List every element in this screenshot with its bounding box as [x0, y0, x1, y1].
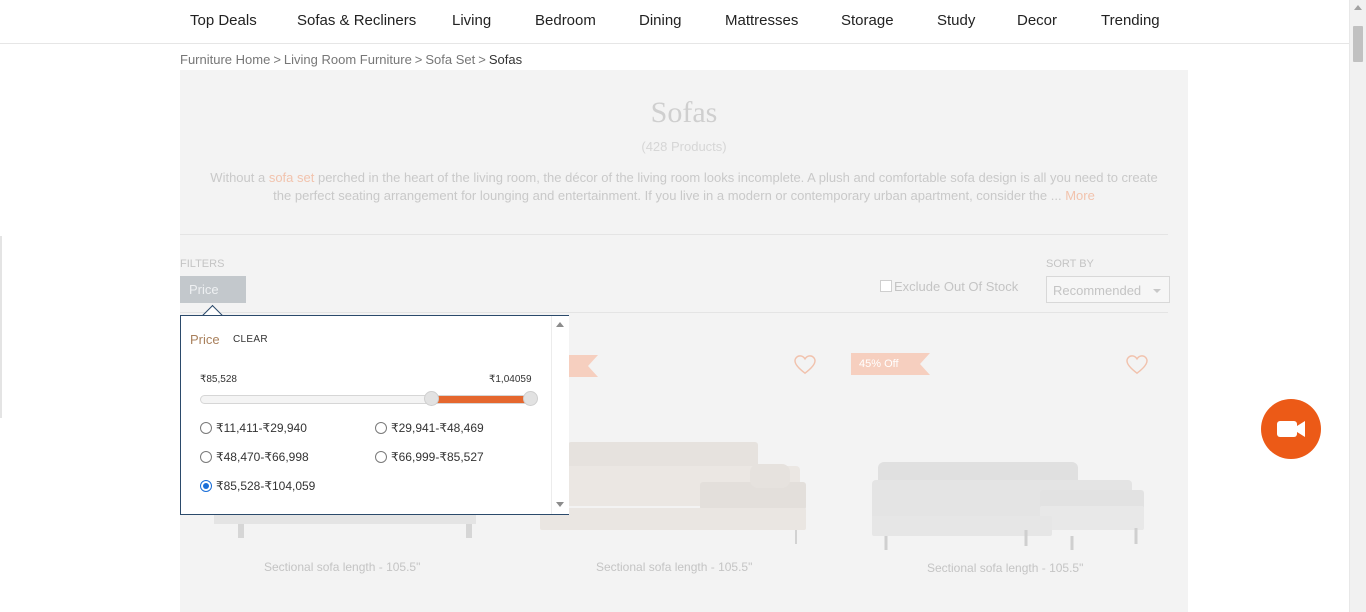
- scroll-up-arrow-icon[interactable]: [1354, 5, 1362, 10]
- slider-handle-min[interactable]: [424, 391, 439, 406]
- radio-button[interactable]: [375, 422, 387, 434]
- price-filter-tab[interactable]: Price: [180, 276, 246, 303]
- nav-item-bedroom[interactable]: Bedroom: [535, 12, 596, 29]
- popup-scrollbar[interactable]: [551, 316, 569, 514]
- price-option-5[interactable]: ₹85,528-₹104,059: [200, 479, 315, 493]
- sort-by-label: SORT BY: [1046, 258, 1094, 270]
- price-min-label: ₹85,528: [200, 374, 237, 385]
- heart-icon[interactable]: [794, 355, 816, 375]
- heart-icon[interactable]: [1126, 355, 1148, 375]
- product-caption[interactable]: Sectional sofa length - 105.5": [927, 561, 1083, 575]
- breadcrumb-link-sofa-set[interactable]: Sofa Set: [425, 52, 475, 67]
- filters-label: FILTERS: [180, 258, 225, 270]
- sofa-set-link[interactable]: sofa set: [269, 170, 315, 185]
- nav-item-top-deals[interactable]: Top Deals: [190, 12, 257, 29]
- price-range-fill: [432, 396, 531, 403]
- radio-button[interactable]: [200, 451, 212, 463]
- price-option-label: ₹29,941-₹48,469: [391, 421, 484, 435]
- page-scrollbar[interactable]: [1349, 0, 1366, 612]
- breadcrumb-separator: >: [273, 52, 281, 67]
- desc-prefix: Without a: [210, 170, 269, 185]
- category-description: Without a sofa set perched in the heart …: [180, 169, 1188, 205]
- price-filter-popup: Price CLEAR ₹85,528 ₹1,04059 ₹11,411-₹29…: [180, 315, 569, 515]
- price-option-3[interactable]: ₹48,470-₹66,998: [200, 450, 309, 464]
- product-card[interactable]: 45% Off: [850, 340, 1170, 580]
- price-option-label: ₹66,999-₹85,527: [391, 450, 484, 464]
- sort-selected-value: Recommended: [1053, 283, 1142, 298]
- price-option-4[interactable]: ₹66,999-₹85,527: [375, 450, 484, 464]
- product-caption[interactable]: Sectional sofa length - 105.5": [596, 560, 752, 574]
- breadcrumb-separator: >: [414, 52, 423, 67]
- price-option-2[interactable]: ₹29,941-₹48,469: [375, 421, 484, 435]
- breadcrumb-link-furniture-home[interactable]: Furniture Home: [180, 52, 270, 67]
- breadcrumb: Furniture Home > Living Room Furniture > Sof…: [180, 52, 522, 67]
- top-nav: Top Deals Sofas & Recliners Living Bedro…: [0, 0, 1349, 44]
- exclude-label: Exclude Out Of Stock: [894, 279, 1019, 294]
- price-filter-title: Price: [190, 332, 220, 347]
- breadcrumb-link-living-room[interactable]: Living Room Furniture: [284, 52, 412, 67]
- price-option-1[interactable]: ₹11,411-₹29,940: [200, 421, 307, 435]
- video-camera-icon: [1277, 421, 1305, 437]
- scroll-down-arrow-icon[interactable]: [556, 502, 564, 507]
- exclude-checkbox[interactable]: [880, 280, 892, 292]
- radio-button[interactable]: [200, 422, 212, 434]
- breadcrumb-separator: >: [478, 52, 486, 67]
- exclude-out-of-stock[interactable]: Exclude Out Of Stock: [880, 279, 1018, 294]
- desc-line1: perched in the heart of the living room,…: [314, 170, 1158, 185]
- nav-item-study[interactable]: Study: [937, 12, 975, 29]
- price-option-label: ₹85,528-₹104,059: [216, 479, 316, 493]
- left-edge-tab: [0, 236, 2, 418]
- product-count: (428 Products): [641, 139, 727, 154]
- more-link[interactable]: More: [1065, 188, 1095, 203]
- price-range-slider[interactable]: [200, 391, 538, 406]
- scroll-up-arrow-icon[interactable]: [556, 322, 564, 327]
- page-title: Sofas: [650, 96, 718, 129]
- video-call-button[interactable]: [1261, 399, 1321, 459]
- scroll-thumb[interactable]: [1353, 26, 1363, 62]
- radio-button[interactable]: [375, 451, 387, 463]
- chevron-down-icon: [1153, 289, 1161, 293]
- price-option-label: ₹48,470-₹66,998: [216, 450, 309, 464]
- nav-item-living[interactable]: Living: [452, 12, 491, 29]
- divider: [180, 234, 1168, 235]
- desc-line2: the perfect seating arrangement for loun…: [273, 188, 1062, 203]
- radio-button[interactable]: [200, 480, 212, 492]
- divider: [180, 312, 1168, 313]
- sort-select[interactable]: Recommended: [1046, 276, 1170, 303]
- nav-item-dining[interactable]: Dining: [639, 12, 682, 29]
- product-image: [872, 462, 1144, 550]
- price-option-label: ₹11,411-₹29,940: [216, 421, 307, 435]
- price-max-label: ₹1,04059: [489, 374, 532, 385]
- nav-item-decor[interactable]: Decor: [1017, 12, 1057, 29]
- nav-item-mattresses[interactable]: Mattresses: [725, 12, 798, 29]
- product-caption[interactable]: Sectional sofa length - 105.5": [264, 560, 420, 574]
- clear-button[interactable]: CLEAR: [233, 334, 268, 345]
- slider-handle-max[interactable]: [523, 391, 538, 406]
- nav-item-trending[interactable]: Trending: [1101, 12, 1160, 29]
- nav-item-storage[interactable]: Storage: [841, 12, 894, 29]
- breadcrumb-current: Sofas: [488, 52, 523, 67]
- nav-item-sofas-recliners[interactable]: Sofas & Recliners: [297, 12, 416, 29]
